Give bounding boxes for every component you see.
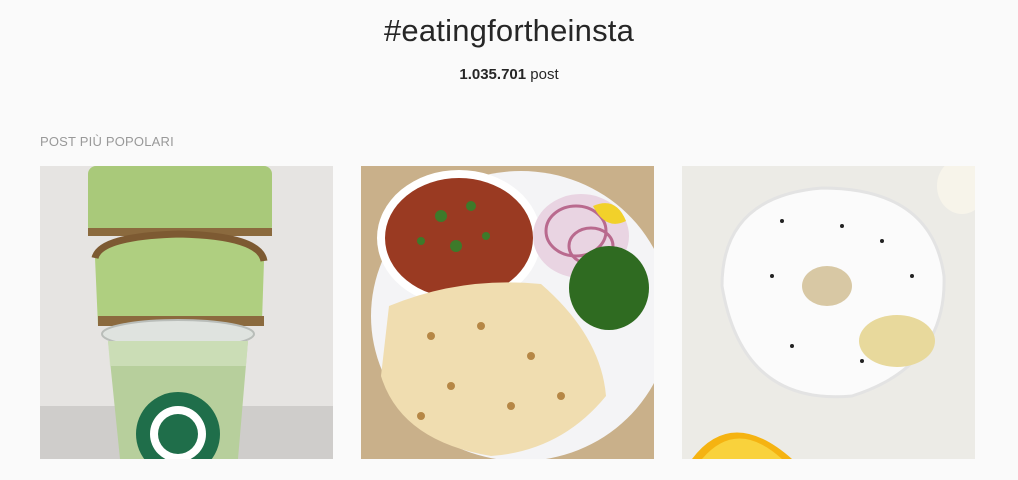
post-image-curry — [361, 166, 654, 459]
post-image-donut — [682, 166, 975, 459]
hashtag-title: #eatingfortheinsta — [383, 13, 635, 48]
hashtag-page: #eatingfortheinsta 1.035.701 post POST P… — [0, 0, 1018, 480]
post-image-matcha — [40, 166, 333, 459]
top-posts-heading: POST PIÙ POPOLARI — [40, 134, 174, 149]
post-count: 1.035.701 post — [0, 66, 1018, 83]
post-thumbnail-2[interactable] — [361, 166, 654, 459]
post-thumbnail-1[interactable] — [40, 166, 333, 459]
post-count-number: 1.035.701 — [459, 66, 527, 83]
top-posts-grid — [40, 166, 975, 459]
post-thumbnail-3[interactable] — [682, 166, 975, 459]
post-count-label: post — [530, 66, 559, 83]
